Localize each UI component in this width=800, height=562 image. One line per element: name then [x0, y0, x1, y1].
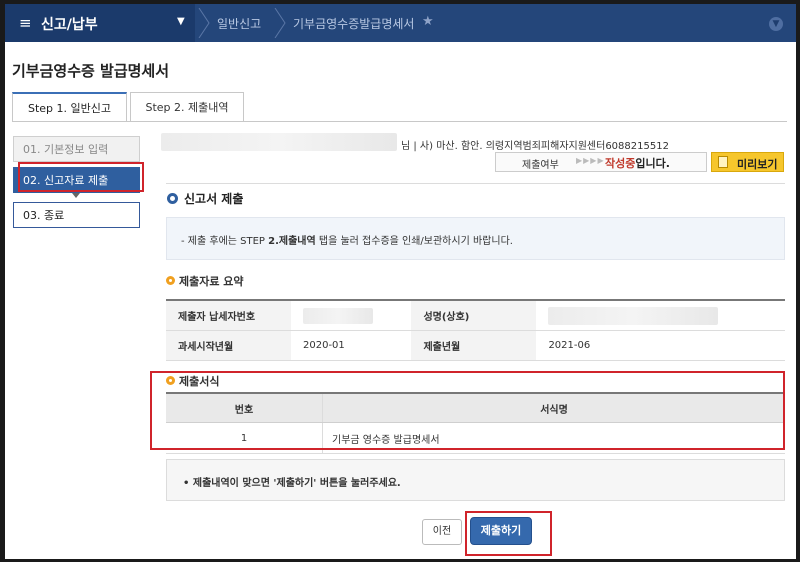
summary-label: 제출자 납세자번호: [166, 299, 291, 331]
summary-title: 제출자료 요약: [179, 275, 244, 288]
summary-table: 제출자 납세자번호 성명(상호) 과세시작년월 2020-01 제출년월 202…: [166, 299, 785, 361]
step-finish[interactable]: 03. 종료: [13, 202, 140, 228]
highlight-box-step: [18, 162, 144, 192]
bottom-notice: • 제출내역이 맞으면 '제출하기' 버튼을 눌러주세요.: [166, 459, 785, 501]
chevron-right-icon: [198, 8, 210, 38]
redacted-value: [548, 306, 719, 325]
preview-button[interactable]: 미리보기: [711, 152, 784, 172]
document-icon: [718, 156, 728, 168]
summary-label: 과세시작년월: [166, 330, 291, 361]
notice-suffix: 탭을 눌러 접수증을 인쇄/보관하시기 바랍니다.: [315, 236, 513, 247]
page-title: 기부금영수증 발급명세서: [12, 62, 170, 80]
star-icon[interactable]: ★: [422, 14, 434, 29]
hamburger-icon: ≡: [19, 14, 32, 32]
summary-value: 2020-01: [291, 330, 412, 361]
prev-button[interactable]: 이전: [422, 519, 462, 545]
status-value: 작성중입니다.: [605, 155, 670, 171]
taxpayer-info: 님 | 사) 마산. 함안. 의령지역범죄피해자지원센터6088215512: [401, 141, 669, 152]
submission-status: 제출여부 ▶▶▶▶ 작성중입니다.: [495, 152, 707, 172]
table-row: 과세시작년월 2020-01 제출년월 2021-06: [166, 330, 785, 361]
status-value-text: 작성중: [605, 157, 636, 170]
summary-label: 제출년월: [411, 330, 537, 361]
menu-dropdown[interactable]: ≡ 신고/납부 ▼: [5, 4, 195, 42]
step-basic-info[interactable]: 01. 기본정보 입력: [13, 136, 140, 162]
preview-label: 미리보기: [737, 158, 778, 171]
summary-value: 2021-06: [536, 330, 785, 361]
summary-value: [291, 299, 412, 331]
breadcrumb-item-general[interactable]: 일반신고: [217, 15, 261, 32]
status-suffix: 입니다.: [635, 157, 670, 170]
submit-section-title: 신고서 제출: [184, 192, 244, 206]
chevron-right-icon: [274, 8, 286, 38]
highlight-box-submit: [465, 511, 552, 556]
summary-label: 성명(상호): [411, 299, 537, 331]
app-window: ≡ 신고/납부 ▼ 일반신고 기부금영수증발급명세서 ★ ▼ 기부금영수증 발급…: [5, 4, 796, 559]
redacted-value: [303, 307, 373, 324]
caret-down-icon: ▼: [177, 16, 185, 27]
status-label: 제출여부: [522, 160, 559, 171]
subsection-bullet-icon: [166, 276, 175, 285]
tabs-divider: [12, 121, 787, 122]
breadcrumb-item-current[interactable]: 기부금영수증발급명세서: [293, 15, 414, 32]
breadcrumb: 일반신고 기부금영수증발급명세서 ★: [195, 4, 796, 42]
redacted-name: [161, 133, 397, 151]
summary-value: [536, 299, 785, 331]
tab-step2[interactable]: Step 2. 제출내역: [130, 92, 244, 121]
menu-label: 신고/납부: [41, 17, 98, 33]
highlight-box-forms: [150, 371, 785, 450]
step-arrow-icon: [72, 193, 80, 198]
status-arrows: ▶▶▶▶: [576, 156, 605, 165]
section-bullet-icon: [167, 193, 178, 204]
top-nav: ≡ 신고/납부 ▼ 일반신고 기부금영수증발급명세서 ★ ▼: [5, 4, 796, 42]
divider: [166, 183, 785, 184]
notice-prefix: - 제출 후에는 STEP: [181, 236, 269, 247]
tab-step1[interactable]: Step 1. 일반신고: [12, 92, 127, 122]
chevron-down-icon[interactable]: ▼: [769, 17, 783, 31]
notice-strong: 2.제출내역: [268, 236, 316, 247]
table-row: 제출자 납세자번호 성명(상호): [166, 299, 785, 331]
bottom-notice-text: • 제출내역이 맞으면 '제출하기' 버튼을 눌러주세요.: [183, 478, 401, 489]
submit-notice-text: - 제출 후에는 STEP 2.제출내역 탭을 눌러 접수증을 인쇄/보관하시기…: [181, 232, 513, 247]
submit-notice: - 제출 후에는 STEP 2.제출내역 탭을 눌러 접수증을 인쇄/보관하시기…: [166, 217, 785, 260]
